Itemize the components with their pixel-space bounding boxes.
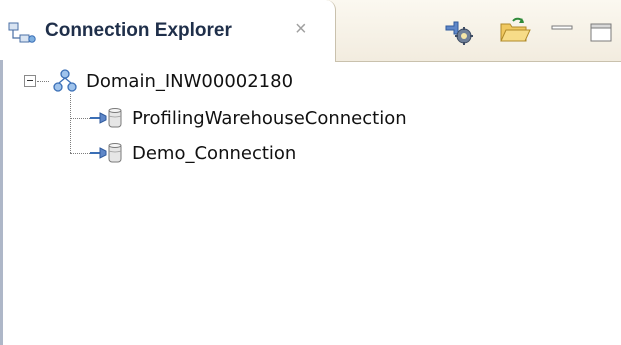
- minimize-icon: [551, 25, 573, 30]
- tree-connector: [70, 118, 90, 119]
- connection-explorer-icon: [8, 22, 36, 43]
- tree-connector: [70, 153, 90, 154]
- tree-node-connection[interactable]: Demo_Connection: [88, 140, 296, 166]
- close-view-button[interactable]: ×: [295, 18, 307, 41]
- connection-settings-button[interactable]: [440, 12, 476, 48]
- minimize-button[interactable]: [546, 12, 582, 48]
- tab-connection-explorer[interactable]: Connection Explorer ×: [0, 0, 336, 62]
- tree-connector: [70, 94, 71, 153]
- tree-node-label: Domain_INW00002180: [86, 70, 294, 92]
- view-tab-bar: Connection Explorer ×: [0, 0, 621, 62]
- tree-node-domain[interactable]: Domain_INW00002180: [52, 68, 293, 94]
- tree-node-label: Demo_Connection: [132, 142, 297, 164]
- connection-settings-icon: [445, 21, 473, 45]
- open-folder-button[interactable]: [496, 12, 532, 48]
- tree-connector: [37, 81, 49, 82]
- tree-node-label: ProfilingWarehouseConnection: [132, 107, 407, 129]
- view-title: Connection Explorer: [45, 20, 232, 41]
- view-left-border: [0, 60, 3, 345]
- domain-icon: [53, 69, 77, 92]
- open-folder-icon: [500, 17, 531, 42]
- maximize-icon: [590, 23, 612, 42]
- maximize-button[interactable]: [585, 12, 621, 48]
- tree-node-connection[interactable]: ProfilingWarehouseConnection: [88, 105, 407, 131]
- connection-explorer-view: Connection Explorer × Domain_INW00002180…: [0, 0, 621, 345]
- database-connection-icon: [90, 143, 122, 163]
- collapse-toggle[interactable]: [24, 75, 36, 87]
- database-connection-icon: [90, 108, 122, 128]
- connection-tree: Domain_INW00002180 ProfilingWarehouseCon…: [24, 68, 614, 188]
